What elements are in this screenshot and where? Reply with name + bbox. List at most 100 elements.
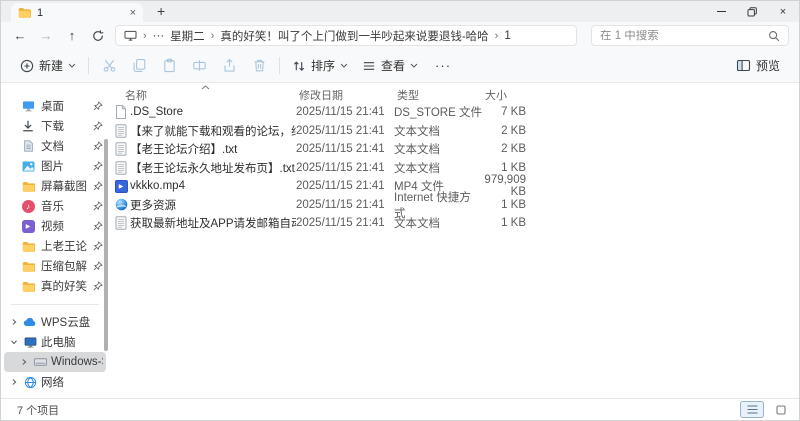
file-explorer-window: 1 × + × ← → ↑ › ··· 星期二 › 真的好笑！叫了个上门做到一半… — [0, 0, 800, 421]
pin-icon — [93, 181, 103, 191]
copy-icon — [133, 59, 145, 72]
preview-icon — [736, 59, 751, 72]
delete-icon — [254, 59, 264, 72]
details-view-icon — [747, 405, 757, 414]
column-header-date[interactable]: 修改日期 — [299, 87, 397, 103]
close-button[interactable]: × — [777, 6, 789, 18]
sidebar-item-label: 视频 — [41, 221, 64, 233]
breadcrumb-folder[interactable]: 真的好笑！叫了个上门做到一半吵起来说要退钱-哈哈 — [220, 28, 488, 44]
column-header-size[interactable]: 大小 — [485, 87, 529, 103]
sidebar-item-documents[interactable]: 文档 — [4, 136, 106, 156]
sidebar-item-this-pc[interactable]: 此电脑 — [4, 332, 106, 352]
view-icon — [363, 61, 375, 70]
sidebar-item-label: 屏幕截图 — [41, 181, 87, 193]
file-row[interactable]: .DS_Store 2025/11/15 21:41 DS_STORE 文件 7… — [109, 103, 799, 122]
forward-button[interactable]: → — [33, 25, 59, 47]
paste-button[interactable] — [154, 53, 184, 79]
chevron-down-icon — [68, 63, 76, 68]
cut-button[interactable] — [94, 53, 124, 79]
refresh-icon — [93, 29, 104, 41]
file-row[interactable]: 【来了就能下载和观看的论坛，纯免费！】.txt 2025/11/15 21:41… — [109, 122, 799, 141]
new-tab-button[interactable]: + — [157, 2, 165, 21]
pin-icon — [93, 141, 103, 151]
sidebar-item-folder-archive[interactable]: 压缩包解密工 — [4, 256, 106, 276]
sidebar-item-desktop[interactable]: 桌面 — [4, 96, 106, 116]
rename-button[interactable] — [184, 53, 214, 79]
sidebar-item-windows-ssd[interactable]: Windows-SSD — [4, 352, 106, 372]
refresh-button[interactable] — [85, 25, 111, 47]
pin-icon — [93, 241, 103, 251]
address-bar[interactable]: › ··· 星期二 › 真的好笑！叫了个上门做到一半吵起来说要退钱-哈哈 › 1 — [115, 25, 577, 46]
explorer-tab[interactable]: 1 × — [11, 3, 143, 22]
sidebar-item-screenshots[interactable]: 屏幕截图 — [4, 176, 106, 196]
sidebar-item-folder-funny[interactable]: 真的好笑！叫 — [4, 276, 106, 296]
column-header-type[interactable]: 类型 — [397, 87, 485, 103]
details-view-button[interactable] — [740, 401, 764, 418]
chevron-right-icon[interactable] — [9, 378, 19, 386]
sidebar-item-videos[interactable]: ▶ 视频 — [4, 216, 106, 236]
pin-icon — [93, 221, 103, 231]
chevron-down-icon — [340, 63, 348, 68]
sort-icon — [293, 60, 305, 71]
computer-icon — [124, 30, 137, 41]
file-row[interactable]: 【老王论坛永久地址发布页】.txt 2025/11/15 21:41 文本文档 … — [109, 159, 799, 178]
sort-label: 排序 — [311, 59, 336, 73]
maximize-button[interactable] — [746, 6, 758, 18]
search-icon — [768, 30, 780, 42]
pin-icon — [93, 261, 103, 271]
paste-icon — [163, 58, 175, 73]
sidebar-item-network[interactable]: 网络 — [4, 372, 106, 392]
copy-button[interactable] — [124, 53, 154, 79]
restore-icon — [747, 6, 757, 16]
sidebar-item-wps-cloud[interactable]: WPS云盘 — [4, 312, 106, 332]
sidebar-item-folder-laowang[interactable]: 上老王论坛当 — [4, 236, 106, 256]
more-options-button[interactable]: ··· — [425, 58, 461, 73]
command-toolbar: 新建 排序 查看 ··· 预览 — [1, 49, 799, 83]
minimize-button[interactable] — [715, 6, 727, 18]
back-button[interactable]: ← — [7, 25, 33, 47]
tab-title: 1 — [37, 6, 44, 19]
chevron-right-icon[interactable] — [9, 318, 19, 326]
chevron-right-icon[interactable] — [19, 358, 29, 366]
sidebar-item-pictures[interactable]: 图片 — [4, 156, 106, 176]
pin-icon — [93, 121, 103, 131]
pin-icon — [93, 161, 103, 171]
large-icons-view-button[interactable] — [772, 401, 789, 418]
pictures-icon — [21, 160, 35, 172]
close-tab-icon[interactable]: × — [130, 7, 136, 19]
new-button[interactable]: 新建 — [13, 53, 83, 79]
sort-ascending-icon — [201, 85, 210, 90]
breadcrumb-current[interactable]: 1 — [504, 30, 510, 42]
folder-icon — [21, 261, 35, 272]
up-button[interactable]: ↑ — [59, 25, 85, 47]
pin-icon — [93, 281, 103, 291]
view-button[interactable]: 查看 — [355, 53, 425, 79]
sidebar-item-label: 图片 — [41, 161, 64, 173]
sidebar-scrollbar[interactable] — [104, 139, 108, 351]
internet-shortcut-icon — [112, 198, 130, 211]
file-row[interactable]: 【老王论坛介绍】.txt 2025/11/15 21:41 文本文档 2 KB — [109, 140, 799, 159]
column-header-name[interactable]: 名称 — [125, 87, 299, 103]
sort-button[interactable]: 排序 — [285, 53, 355, 79]
large-icons-view-icon — [775, 404, 786, 415]
file-row[interactable]: 更多资源 2025/11/15 21:41 Internet 快捷方式 1 KB — [109, 192, 799, 220]
search-input[interactable] — [600, 29, 768, 42]
sidebar-item-downloads[interactable]: 下载 — [4, 116, 106, 136]
chevron-down-icon[interactable] — [9, 338, 19, 346]
text-file-icon — [112, 216, 130, 230]
preview-button[interactable]: 预览 — [729, 53, 787, 79]
music-icon: ♪ — [21, 199, 35, 213]
sidebar-item-label: 压缩包解密工 — [41, 261, 87, 273]
delete-button[interactable] — [244, 53, 274, 79]
video-file-icon: ▶ — [112, 179, 130, 193]
pin-icon — [93, 201, 103, 211]
breadcrumb-weekday[interactable]: 星期二 — [170, 28, 205, 44]
new-label: 新建 — [39, 59, 64, 73]
breadcrumb-ellipsis[interactable]: ··· — [153, 30, 165, 42]
text-file-icon — [112, 142, 130, 156]
file-row[interactable]: 获取最新地址及APP请发邮箱自动获取.txt 2025/11/15 21:41 … — [109, 214, 799, 233]
sidebar-item-music[interactable]: ♪ 音乐 — [4, 196, 106, 216]
item-count: 7 个项目 — [17, 404, 60, 417]
folder-icon — [21, 281, 35, 292]
share-button[interactable] — [214, 53, 244, 79]
